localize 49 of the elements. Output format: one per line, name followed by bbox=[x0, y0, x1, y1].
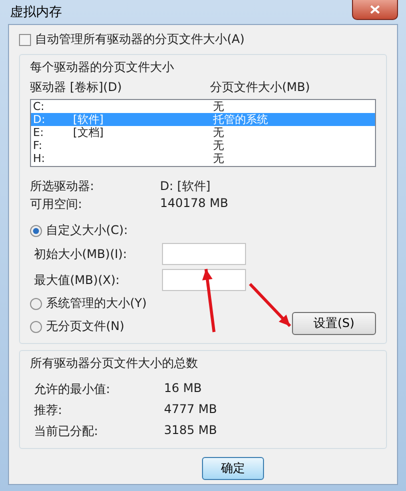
window-title: 虚拟内存 bbox=[9, 4, 62, 21]
input-field[interactable] bbox=[162, 243, 246, 265]
radio-label[interactable]: 无分页文件(N) bbox=[46, 318, 124, 335]
info-label: 可用空间: bbox=[30, 196, 84, 213]
drive-letter: F: bbox=[33, 139, 44, 152]
drive-row[interactable]: F: 无 bbox=[31, 139, 375, 152]
checkbox-label[interactable]: 自动管理所有驱动器的分页文件大小(A) bbox=[35, 31, 245, 48]
page-file-size: 无 bbox=[213, 100, 225, 113]
radio-button[interactable] bbox=[30, 320, 42, 332]
drive-row[interactable]: E: [文档] 无 bbox=[31, 126, 375, 139]
radio-label[interactable]: 自定义大小(C): bbox=[46, 222, 128, 239]
info-value: 16 MB bbox=[164, 381, 203, 397]
set-button[interactable]: 设置(S) bbox=[292, 312, 376, 335]
group-title: 每个驱动器的分页文件大小 bbox=[30, 59, 175, 76]
info-value: 140178 MB bbox=[160, 196, 230, 212]
checkbox[interactable] bbox=[19, 34, 31, 46]
radio-label[interactable]: 系统管理的大小(Y) bbox=[46, 295, 147, 312]
drive-list[interactable]: C: 无 D: [软件] 托管的系统 E: [文档] 无 F: 无 H: 无 bbox=[30, 99, 376, 167]
close-button[interactable] bbox=[352, 0, 398, 20]
drive-row[interactable]: C: 无 bbox=[31, 100, 375, 113]
page-file-size: 无 bbox=[213, 126, 225, 139]
ok-button[interactable]: 确定 bbox=[202, 457, 264, 480]
drive-letter: D: bbox=[33, 113, 46, 126]
input-field[interactable] bbox=[162, 269, 246, 291]
drive-letter: E: bbox=[33, 126, 45, 139]
info-value: D: [软件] bbox=[160, 178, 212, 195]
group-title: 所有驱动器分页文件大小的总数 bbox=[30, 355, 199, 372]
arrow bbox=[246, 280, 294, 330]
info-label: 当前已分配: bbox=[34, 423, 100, 440]
drive-volume: [文档] bbox=[73, 126, 105, 139]
radio-button[interactable] bbox=[30, 298, 42, 310]
column-header: 驱动器 [卷标](D) bbox=[30, 79, 123, 96]
field-label: 初始大小(MB)(I): bbox=[34, 246, 128, 262]
field-label: 最大值(MB)(X): bbox=[34, 272, 121, 288]
page-file-size: 无 bbox=[213, 139, 225, 152]
page-file-size: 托管的系统 bbox=[213, 113, 269, 126]
info-label: 所选驱动器: bbox=[30, 178, 96, 195]
radio-button[interactable] bbox=[30, 224, 42, 236]
info-label: 推荐: bbox=[34, 402, 64, 419]
drive-row[interactable]: H: 无 bbox=[31, 152, 375, 165]
info-value: 3185 MB bbox=[164, 423, 218, 439]
drive-letter: C: bbox=[33, 100, 46, 113]
info-label: 允许的最小值: bbox=[34, 381, 112, 398]
info-value: 4777 MB bbox=[164, 402, 218, 418]
column-header: 分页文件大小(MB) bbox=[210, 79, 311, 96]
page-file-size: 无 bbox=[213, 152, 225, 165]
drive-letter: H: bbox=[33, 152, 46, 165]
drive-volume: [软件] bbox=[73, 113, 105, 126]
close-icon bbox=[370, 5, 380, 14]
